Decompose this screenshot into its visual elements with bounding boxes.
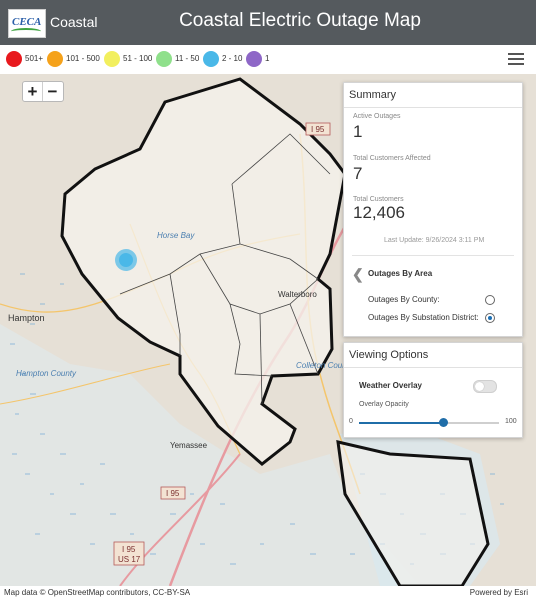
by-substation-label: Outages By Substation District: <box>368 313 479 322</box>
shield-i95-us17: I 95 US 17 <box>113 541 145 566</box>
shield-label: US 17 <box>118 555 141 564</box>
legend-dot <box>47 51 63 67</box>
shield-i95-middle: I 95 <box>160 486 186 500</box>
slider-min-label: 0 <box>349 418 353 425</box>
legend-dot <box>203 51 219 67</box>
outage-marker-core <box>119 253 133 267</box>
summary-panel: Summary Active Outages 1 Total Customers… <box>343 82 523 337</box>
shield-i95-north: I 95 <box>305 122 331 136</box>
legend-label: 501+ <box>25 54 44 63</box>
viewing-options-header: Viewing Options <box>344 343 522 368</box>
label-yemassee: Yemassee <box>170 441 208 450</box>
overlay-opacity-label: Overlay Opacity <box>359 401 409 408</box>
brand-name: Coastal <box>50 14 98 30</box>
legend-label: 101 - 500 <box>66 54 100 63</box>
opacity-slider-fill <box>359 422 443 424</box>
legend-label: 11 - 50 <box>175 54 200 63</box>
legend-label: 2 - 10 <box>222 54 243 63</box>
by-county-label: Outages By County: <box>368 295 440 304</box>
map-attribution: Map data © OpenStreetMap contributors, C… <box>4 588 191 597</box>
legend-dot <box>156 51 172 67</box>
hamburger-menu-icon[interactable] <box>508 51 524 67</box>
map-footer: Map data © OpenStreetMap contributors, C… <box>0 586 536 600</box>
shield-label: I 95 <box>166 489 180 498</box>
powered-by: Powered by Esri <box>469 588 528 597</box>
opacity-slider-track[interactable] <box>359 418 499 427</box>
last-update: Last Update: 9/26/2024 3:11 PM <box>384 237 485 244</box>
slider-max-label: 100 <box>505 418 517 425</box>
zoom-out-button[interactable]: − <box>43 82 62 101</box>
legend-label: 51 - 100 <box>123 54 153 63</box>
outages-by-area-title: Outages By Area <box>368 269 433 278</box>
divider <box>352 255 514 256</box>
shield-label: I 95 <box>311 125 325 134</box>
shield-label: I 95 <box>122 545 136 554</box>
by-county-radio[interactable] <box>485 295 495 305</box>
opacity-slider-handle[interactable] <box>439 418 448 427</box>
weather-overlay-label: Weather Overlay <box>359 381 422 390</box>
total-customers-label: Total Customers <box>353 196 404 203</box>
zoom-in-button[interactable]: + <box>23 82 43 101</box>
by-substation-radio[interactable] <box>485 313 495 323</box>
viewing-options-title: Viewing Options <box>349 349 429 361</box>
active-outages-value: 1 <box>353 122 363 141</box>
label-horse-bay: Horse Bay <box>157 231 195 240</box>
legend-dot <box>104 51 120 67</box>
legend-label: 1 <box>265 54 270 63</box>
page-title: Coastal Electric Outage Map <box>179 10 421 31</box>
chevron-left-icon[interactable]: ❮ <box>352 266 364 283</box>
logo-text: CECA <box>12 16 42 28</box>
summary-header: Summary <box>344 83 522 108</box>
app-header: CECA Coastal Coastal Electric Outage Map <box>0 0 536 45</box>
summary-title: Summary <box>349 89 397 101</box>
total-customers-value: 12,406 <box>353 203 405 222</box>
viewing-options-panel: Viewing Options Weather Overlay Overlay … <box>343 342 523 438</box>
legend-dot <box>246 51 262 67</box>
outage-legend: 501+ 101 - 500 51 - 100 11 - 50 2 - 10 1 <box>0 45 536 75</box>
label-walterboro: Walterboro <box>278 290 317 299</box>
weather-overlay-toggle[interactable] <box>473 380 497 393</box>
customers-affected-label: Total Customers Affected <box>353 155 431 162</box>
zoom-control: + − <box>22 81 64 102</box>
ceca-logo: CECA <box>8 9 46 38</box>
active-outages-label: Active Outages <box>353 113 401 120</box>
label-hampton: Hampton <box>8 313 45 323</box>
label-hampton-county: Hampton County <box>16 369 77 378</box>
logo-swoosh <box>11 28 41 35</box>
customers-affected-value: 7 <box>353 164 363 183</box>
legend-dot <box>6 51 22 67</box>
